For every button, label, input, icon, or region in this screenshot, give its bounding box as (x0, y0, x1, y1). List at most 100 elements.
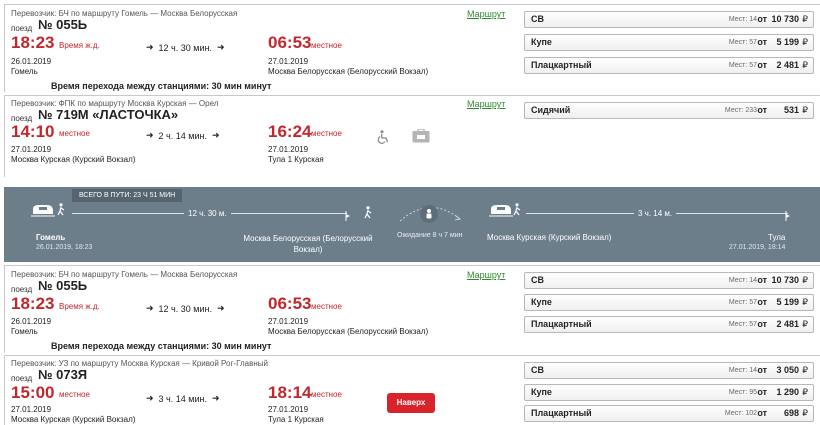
arrival-station: Тула 1 Курская (268, 415, 324, 424)
train-number: № 073Я (38, 367, 88, 382)
fare-option[interactable]: Плацкартный Мест: 57 от 2 481 ₽ (524, 57, 814, 74)
fare-option[interactable]: Плацкартный Мест: 57 от 2 481 ₽ (524, 316, 814, 333)
train-label: поезд (11, 374, 33, 383)
destination-datetime: 27.01.2019, 18:14 (729, 244, 786, 251)
ruble-icon: ₽ (802, 387, 808, 397)
arrival-date: 27.01.2019 (268, 405, 309, 414)
travel-duration: ➜ 2 ч. 14 мин. ➜ (146, 130, 220, 141)
wheelchair-icon (377, 130, 389, 149)
departure-station: Гомель (11, 67, 38, 76)
transfer-station-1: Москва Белорусская (Белорусский Вокзал) (243, 234, 373, 254)
walking-person-icon (364, 206, 372, 224)
fare-option[interactable]: Сидячий Мест: 233 от 531 ₽ (524, 102, 814, 119)
arrival-time-note: местное (311, 390, 342, 399)
waiting-time: Ожидание 8 ч 7 мин (397, 232, 463, 239)
arrival-time-note: местное (311, 41, 342, 50)
trip-card-2: Перевозчик: ФПК по маршруту Москва Курск… (4, 95, 820, 177)
walking-person-icon (513, 203, 521, 221)
transfer-time: Время перехода между станциями: 30 мин м… (51, 81, 272, 91)
arrival-time: 06:53 (268, 33, 312, 52)
arrow-right-icon: ➜ (216, 42, 225, 52)
train-number: № 719М «ЛАСТОЧКА» (38, 107, 179, 122)
departure-station: Москва Курская (Курский Вокзал) (11, 155, 136, 164)
origin-datetime: 26.01.2019, 18:23 (36, 244, 93, 251)
ruble-icon: ₽ (802, 105, 808, 115)
walking-person-icon (57, 203, 65, 221)
route-link[interactable]: Маршрут (467, 9, 505, 19)
departure-time: 15:00 (11, 383, 55, 402)
transfer-time: Время перехода между станциями: 30 мин м… (51, 341, 272, 351)
fare-option[interactable]: СВ Мест: 14 от 10 730 ₽ (524, 272, 814, 289)
departure-station: Москва Курская (Курский Вокзал) (11, 415, 136, 424)
travel-duration: ➜ 3 ч. 14 мин. ➜ (146, 393, 220, 404)
arrival-time-note: местное (311, 129, 342, 138)
scroll-to-top-button[interactable]: Наверх (387, 393, 435, 413)
arrow-right-icon: ➜ (146, 130, 154, 140)
segment-duration: 12 ч. 30 м. (184, 209, 231, 218)
departure-time-note: Время ж.д. (59, 41, 100, 50)
departure-time-note: местное (59, 390, 90, 399)
route-link[interactable]: Маршрут (467, 99, 505, 109)
departure-date: 27.01.2019 (11, 405, 52, 414)
segment-duration: 3 ч. 14 м. (634, 209, 677, 218)
origin-station: Гомель (36, 233, 66, 242)
arrival-station: Москва Белорусская (Белорусский Вокзал) (268, 327, 429, 336)
luggage-icon (412, 128, 430, 148)
train-icon (31, 203, 55, 222)
arrow-right-icon: ➜ (146, 303, 154, 313)
fare-option[interactable]: Плацкартный Мест: 102 от 698 ₽ (524, 405, 814, 422)
fare-option[interactable]: СВ Мест: 14 от 10 730 ₽ (524, 11, 814, 28)
train-label: поезд (11, 24, 33, 33)
ruble-icon: ₽ (802, 275, 808, 285)
ruble-icon: ₽ (802, 297, 808, 307)
fare-option[interactable]: СВ Мест: 14 от 3 050 ₽ (524, 362, 814, 379)
fare-option[interactable]: Купе Мест: 57 от 5 199 ₽ (524, 34, 814, 51)
arrow-right-icon: ➜ (211, 393, 220, 403)
departure-time: 14:10 (11, 122, 55, 141)
ruble-icon: ₽ (802, 14, 808, 24)
train-icon (489, 203, 513, 222)
departure-time: 18:23 (11, 294, 55, 313)
arrival-time: 18:14 (268, 383, 312, 402)
arrival-date: 27.01.2019 (268, 57, 309, 66)
waiting-icon (396, 199, 464, 232)
trip-card-1: Перевозчик: БЧ по маршруту Гомель — Моск… (4, 4, 820, 92)
arrival-date: 27.01.2019 (268, 145, 309, 154)
fare-option[interactable]: Купе Мест: 95 от 1 290 ₽ (524, 384, 814, 401)
arrow-right-icon: ➜ (146, 42, 154, 52)
arrival-time-note: местное (311, 302, 342, 311)
arrival-station: Тула 1 Курская (268, 155, 324, 164)
train-icon-end (345, 208, 351, 226)
trip-card-4: Перевозчик: УЗ по маршруту Москва Курска… (4, 355, 820, 425)
arrival-time: 16:24 (268, 122, 312, 141)
fare-option[interactable]: Купе Мест: 57 от 5 199 ₽ (524, 294, 814, 311)
journey-summary: ВСЕГО В ПУТИ: 23 Ч 51 МИН 12 ч. 30 м. Ож… (4, 187, 820, 262)
train-number: № 055Ь (38, 17, 88, 32)
arrival-time: 06:53 (268, 294, 312, 313)
ruble-icon: ₽ (802, 365, 808, 375)
arrival-date: 27.01.2019 (268, 317, 309, 326)
transfer-station-2: Москва Курская (Курский Вокзал) (487, 233, 612, 242)
departure-time: 18:23 (11, 33, 55, 52)
departure-date: 26.01.2019 (11, 317, 52, 326)
trip-card-3: Перевозчик: БЧ по маршруту Гомель — Моск… (4, 265, 820, 353)
ruble-icon: ₽ (802, 319, 808, 329)
travel-duration: ➜ 12 ч. 30 мин. ➜ (146, 42, 225, 53)
destination-station: Тула (768, 233, 786, 242)
ruble-icon: ₽ (802, 408, 808, 418)
ruble-icon: ₽ (802, 37, 808, 47)
departure-date: 27.01.2019 (11, 145, 52, 154)
ruble-icon: ₽ (802, 60, 808, 70)
destination-marker-icon (785, 208, 791, 226)
route-link[interactable]: Маршрут (467, 270, 505, 280)
total-travel-time: ВСЕГО В ПУТИ: 23 Ч 51 МИН (72, 189, 183, 202)
departure-time-note: местное (59, 129, 90, 138)
arrow-right-icon: ➜ (216, 303, 225, 313)
arrow-right-icon: ➜ (211, 130, 220, 140)
departure-time-note: Время ж.д. (59, 302, 100, 311)
train-label: поезд (11, 285, 33, 294)
arrow-right-icon: ➜ (146, 393, 154, 403)
train-number: № 055Ь (38, 278, 88, 293)
departure-station: Гомель (11, 327, 38, 336)
arrival-station: Москва Белорусская (Белорусский Вокзал) (268, 67, 429, 76)
